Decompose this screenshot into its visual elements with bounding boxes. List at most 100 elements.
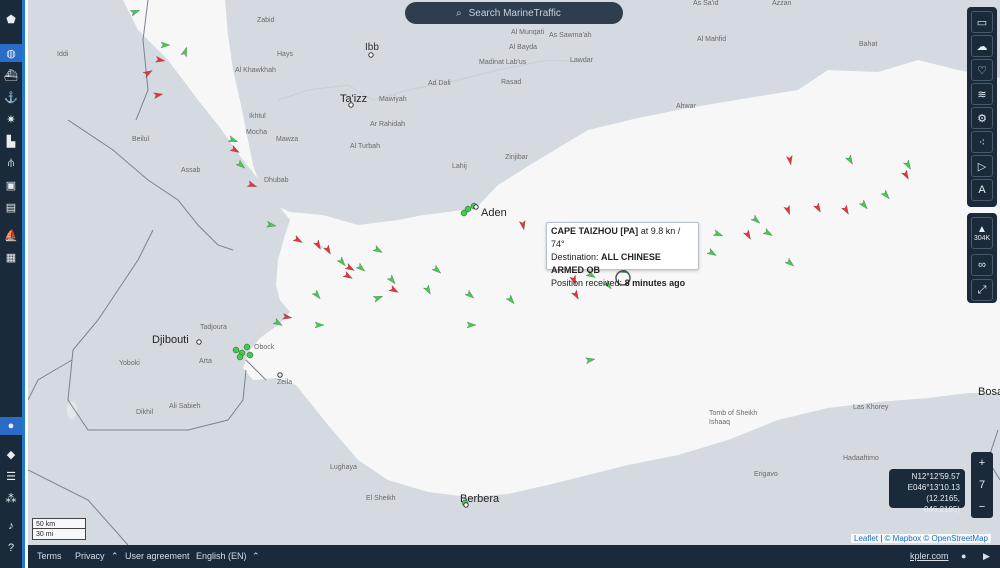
vessel-marker[interactable] <box>902 159 913 171</box>
vessel-marker[interactable] <box>246 180 258 190</box>
vessel-marker[interactable] <box>505 294 516 306</box>
density-counter[interactable]: ▲ 304K <box>971 217 993 249</box>
vessel-marker[interactable] <box>812 202 823 214</box>
osm-link[interactable]: © OpenStreetMap <box>923 534 988 543</box>
vessel-marker[interactable] <box>783 204 793 216</box>
vessel-marker[interactable] <box>266 221 277 228</box>
ship-icon[interactable]: ⛴ <box>0 66 22 84</box>
vessel-marker[interactable] <box>312 239 323 251</box>
vessel-marker[interactable] <box>142 68 154 79</box>
vessel-marker[interactable] <box>750 214 762 225</box>
fleet-icon[interactable]: ⛵ <box>0 226 22 244</box>
vessel-marker[interactable] <box>155 56 166 63</box>
density-icon[interactable]: ⁖ <box>971 131 993 153</box>
vessel-marker[interactable] <box>706 247 718 258</box>
vessel-marker[interactable] <box>840 204 851 216</box>
vessel-marker[interactable] <box>322 244 333 256</box>
leaflet-link[interactable]: Leaflet <box>854 534 878 543</box>
vessel-marker[interactable] <box>386 274 397 286</box>
search-bar[interactable]: ⌕ Search MarineTraffic <box>405 2 623 24</box>
map-canvas[interactable]: Zabid Hays Al Khawkhah Ikhtul Mocha Mawz… <box>28 0 1000 545</box>
port-vessel-cluster[interactable] <box>246 351 254 359</box>
news-icon[interactable]: ▤ <box>0 198 22 216</box>
help-icon[interactable]: ? <box>0 539 22 557</box>
vessel-marker[interactable] <box>519 220 526 231</box>
port-vessel-cluster[interactable] <box>464 205 472 213</box>
vessel-marker[interactable] <box>292 234 304 245</box>
language-select[interactable]: English (EN) <box>196 551 247 561</box>
vessel-marker[interactable] <box>464 289 476 300</box>
vessel-marker[interactable] <box>153 91 164 99</box>
vessel-marker[interactable] <box>372 244 384 255</box>
container-icon[interactable]: ▦ <box>0 248 22 266</box>
zoom-in-button[interactable]: + <box>971 452 993 474</box>
vessel-marker[interactable] <box>712 229 724 239</box>
vessel-marker[interactable] <box>844 154 855 166</box>
buildings-icon[interactable]: ▙ <box>0 132 22 150</box>
brand-logo-icon[interactable]: ⬟ <box>0 10 22 28</box>
vessel-marker[interactable] <box>180 46 190 58</box>
vessel-marker[interactable] <box>235 159 247 170</box>
vessel-marker[interactable] <box>311 289 322 301</box>
vessel-marker[interactable] <box>388 284 400 295</box>
vessel-marker[interactable] <box>422 284 433 296</box>
vessel-marker[interactable] <box>880 189 891 201</box>
network-icon[interactable]: ⁂ <box>0 489 22 507</box>
vessel-marker[interactable] <box>355 262 367 273</box>
vessel-marker[interactable] <box>466 321 477 329</box>
photos-icon[interactable]: ▣ <box>0 176 22 194</box>
fullscreen-icon[interactable]: ⤢ <box>971 279 993 301</box>
apple-icon[interactable]: ● <box>961 551 966 561</box>
vessel-marker[interactable] <box>585 356 596 364</box>
kpler-link[interactable]: kpler.com <box>910 551 949 561</box>
database-icon[interactable]: ☰ <box>0 467 22 485</box>
layers-icon[interactable]: ≋ <box>971 83 993 105</box>
vessel-marker[interactable] <box>762 227 774 238</box>
city-dot <box>463 502 469 508</box>
filters-icon[interactable]: ⚙ <box>971 107 993 129</box>
favorites-icon[interactable]: ♡ <box>971 59 993 81</box>
anchor-icon[interactable]: ⚓ <box>0 88 22 106</box>
user-icon[interactable]: ● <box>0 417 22 435</box>
vessel-marker[interactable] <box>342 270 354 281</box>
vessel-marker[interactable] <box>314 321 325 329</box>
vessel-marker[interactable] <box>227 135 239 145</box>
vessel-marker[interactable] <box>229 144 241 155</box>
vessel-marker[interactable] <box>858 199 869 211</box>
search-input[interactable]: Search MarineTraffic <box>469 8 561 19</box>
lighthouse-icon[interactable]: ✷ <box>0 110 22 128</box>
play-icon[interactable]: ▷ <box>971 155 993 177</box>
port-vessel-cluster[interactable] <box>236 353 244 361</box>
zoom-out-button[interactable]: − <box>971 496 993 518</box>
vessel-marker[interactable] <box>431 264 443 275</box>
measure-icon[interactable]: A <box>971 179 993 201</box>
link-icon[interactable]: ∞ <box>971 254 993 276</box>
vessel-marker[interactable] <box>372 293 384 303</box>
city-dot <box>473 204 479 210</box>
tag-icon[interactable]: ◆ <box>0 445 22 463</box>
vessel-marker[interactable] <box>272 317 284 328</box>
vessel-marker[interactable] <box>160 41 171 49</box>
map-attribution: Leaflet | © Mapbox © OpenStreetMap <box>851 534 991 543</box>
vessel-marker[interactable] <box>336 256 347 268</box>
terms-link[interactable]: Terms <box>37 551 62 561</box>
vessel-marker[interactable] <box>900 169 911 181</box>
vessel-marker[interactable] <box>742 229 753 241</box>
privacy-link[interactable]: Privacy <box>75 551 105 561</box>
vessel-marker[interactable] <box>786 155 793 166</box>
vessel-marker[interactable] <box>282 313 293 320</box>
mapbox-link[interactable]: © Mapbox <box>885 534 922 543</box>
antenna-icon[interactable]: ⫛ <box>0 154 22 172</box>
port-vessel-cluster[interactable] <box>243 343 251 351</box>
vessel-marker[interactable] <box>784 257 796 268</box>
port-vessel-cluster[interactable] <box>232 346 240 354</box>
play-store-icon[interactable]: ▶ <box>983 551 990 562</box>
vessel-marker[interactable] <box>570 289 581 301</box>
bell-icon[interactable]: ♪ <box>0 517 22 535</box>
vessel-marker[interactable] <box>344 262 356 273</box>
user-agreement-link[interactable]: User agreement <box>125 551 190 561</box>
weather-icon[interactable]: ☁ <box>971 35 993 57</box>
vessel-marker[interactable] <box>129 7 141 17</box>
map-icon[interactable]: ▭ <box>971 11 993 33</box>
globe-icon[interactable]: ◍ <box>0 44 22 62</box>
